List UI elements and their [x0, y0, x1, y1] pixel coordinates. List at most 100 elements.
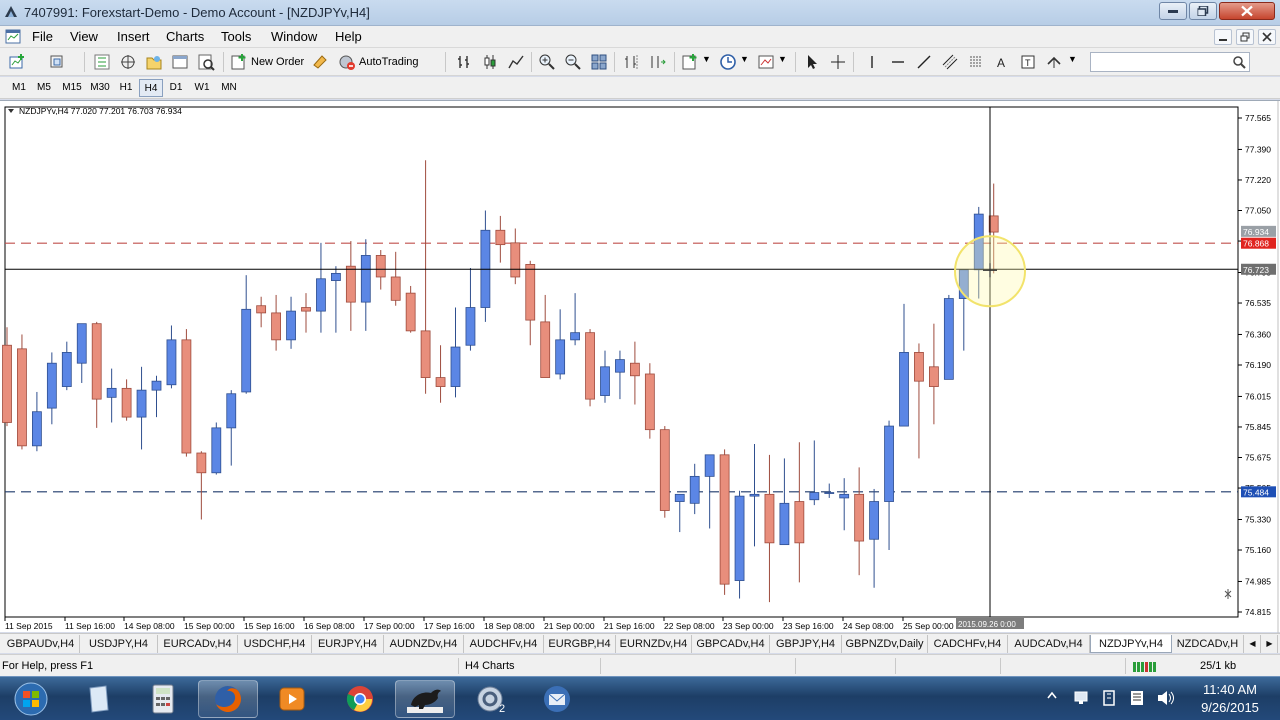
chart-tab[interactable]: USDJPY,H4 — [80, 635, 158, 653]
strategy-tester-icon[interactable] — [197, 53, 215, 71]
timeframe-h4[interactable]: H4 — [139, 79, 163, 97]
periods-clock-icon[interactable] — [719, 53, 737, 71]
chart-tab[interactable]: GBPNZDv,Daily — [842, 635, 928, 653]
fibonacci-icon[interactable] — [967, 53, 985, 71]
timeframe-w1[interactable]: W1 — [189, 79, 215, 97]
minimize-button[interactable] — [1159, 2, 1187, 20]
chart-tab[interactable]: EURCADv,H4 — [158, 635, 238, 653]
chart-tab[interactable]: GBPJPY,H4 — [770, 635, 842, 653]
taskbar-thunderbird[interactable] — [527, 680, 587, 718]
menu-help[interactable]: Help — [335, 29, 362, 44]
menu-view[interactable]: View — [70, 29, 98, 44]
connection-status-icon[interactable] — [1133, 660, 1157, 672]
chart-tab[interactable]: EURGBP,H4 — [544, 635, 616, 653]
chart-tab[interactable]: AUDCHFv,H4 — [464, 635, 544, 653]
new-order-icon[interactable] — [230, 53, 248, 71]
terminal-icon[interactable] — [171, 53, 189, 71]
arrows-dropdown-arrow[interactable]: ▼ — [1068, 54, 1077, 64]
text-label-icon[interactable]: T — [1019, 53, 1037, 71]
menu-charts[interactable]: Charts — [166, 29, 204, 44]
metatrader-app-icon[interactable] — [4, 5, 18, 19]
line-chart-icon[interactable] — [507, 53, 525, 71]
timeframe-m5[interactable]: M5 — [31, 79, 57, 97]
chart-tab[interactable]: AUDNZDv,H4 — [384, 635, 464, 653]
system-clock[interactable]: 11:40 AM 9/26/2015 — [1190, 681, 1270, 717]
tab-scroll-left-button[interactable]: ◀ — [1245, 635, 1261, 653]
action-center-icon[interactable] — [1100, 689, 1118, 707]
taskbar-notepad[interactable] — [68, 680, 128, 718]
timeframe-m1[interactable]: M1 — [8, 79, 30, 97]
price-chart[interactable]: NZDJPYv,H4 77.020 77.201 76.703 76.934 77… — [0, 101, 1280, 633]
timeframe-mn[interactable]: MN — [216, 79, 242, 97]
indicators-dropdown-arrow[interactable]: ▼ — [702, 54, 711, 64]
taskbar-calculator[interactable] — [133, 680, 193, 718]
chart-tab[interactable]: GBPCADv,H4 — [692, 635, 770, 653]
chart-tab[interactable]: EURJPY,H4 — [312, 635, 384, 653]
chart-tab[interactable]: EURNZDv,H4 — [616, 635, 692, 653]
navigator-icon[interactable] — [145, 53, 163, 71]
taskbar-chrome[interactable] — [330, 680, 390, 718]
arrows-icon[interactable] — [1045, 53, 1063, 71]
chart-tab[interactable]: NZDCADv,H — [1172, 635, 1244, 653]
new-chart-icon[interactable] — [8, 53, 26, 71]
horizontal-line-icon[interactable] — [889, 53, 907, 71]
autoscroll-icon[interactable] — [648, 53, 666, 71]
chart-tab[interactable]: CADCHFv,H4 — [928, 635, 1008, 653]
templates-icon[interactable] — [757, 53, 775, 71]
chart-tab[interactable]: USDCHF,H4 — [238, 635, 312, 653]
chart-tab[interactable]: NZDJPYv,H4 — [1090, 635, 1172, 653]
chart-tab[interactable]: AUDCADv,H4 — [1008, 635, 1090, 653]
mdi-minimize-button[interactable] — [1214, 29, 1232, 45]
close-button[interactable] — [1219, 2, 1275, 20]
periods-dropdown-arrow[interactable]: ▼ — [740, 54, 749, 64]
cursor-icon[interactable] — [803, 53, 821, 71]
taskbar-skype[interactable]: 2 — [462, 680, 522, 718]
data-window-icon[interactable] — [119, 53, 137, 71]
trendline-icon[interactable] — [915, 53, 933, 71]
chart-window[interactable]: NZDJPYv,H4 77.020 77.201 76.703 76.934 77… — [0, 100, 1280, 633]
indicators-icon[interactable] — [681, 53, 699, 71]
timeframe-d1[interactable]: D1 — [164, 79, 188, 97]
taskbar-firefox[interactable] — [198, 680, 258, 718]
show-hidden-icons-icon[interactable] — [1046, 689, 1058, 701]
tile-windows-icon[interactable] — [590, 53, 608, 71]
menu-file[interactable]: File — [32, 29, 53, 44]
menu-window[interactable]: Window — [271, 29, 317, 44]
equidistant-channel-icon[interactable] — [941, 53, 959, 71]
network-icon[interactable] — [1073, 689, 1093, 707]
menu-tools[interactable]: Tools — [221, 29, 251, 44]
chart-shift-icon[interactable] — [622, 53, 640, 71]
restore-button[interactable] — [1189, 2, 1217, 20]
market-watch-icon[interactable] — [93, 53, 111, 71]
menu-insert[interactable]: Insert — [117, 29, 150, 44]
search-icon[interactable] — [1232, 55, 1246, 69]
system-tray-app-icon[interactable] — [1128, 689, 1146, 707]
search-input[interactable] — [1090, 52, 1250, 72]
templates-dropdown-arrow[interactable]: ▼ — [778, 54, 787, 64]
mdi-close-button[interactable] — [1258, 29, 1276, 45]
mdi-restore-button[interactable] — [1236, 29, 1254, 45]
zoom-in-icon[interactable] — [538, 53, 556, 71]
crosshair-icon[interactable] — [829, 53, 847, 71]
chart-tab[interactable]: GBPAUDv,H4 — [2, 635, 80, 653]
autotrading-button[interactable]: AutoTrading — [359, 56, 419, 68]
new-order-button[interactable]: New Order — [251, 56, 304, 68]
volume-icon[interactable] — [1156, 689, 1176, 707]
timeframe-h1[interactable]: H1 — [114, 79, 138, 97]
bullish-candle — [555, 339, 566, 375]
candlestick-icon[interactable] — [481, 53, 499, 71]
text-tool-icon[interactable]: A — [993, 53, 1011, 71]
vertical-line-icon[interactable] — [863, 53, 881, 71]
start-button[interactable] — [2, 680, 60, 718]
autotrading-icon[interactable] — [338, 53, 356, 71]
timeframe-m30[interactable]: M30 — [87, 79, 113, 97]
tab-scroll-right-button[interactable]: ▶ — [1262, 635, 1278, 653]
profiles-icon[interactable] — [48, 53, 66, 71]
bar-chart-icon[interactable] — [455, 53, 473, 71]
taskbar-metatrader[interactable] — [395, 680, 455, 718]
metaeditor-icon[interactable] — [311, 53, 329, 71]
zoom-out-icon[interactable] — [564, 53, 582, 71]
timeframe-m15[interactable]: M15 — [58, 79, 86, 97]
chart-window-icon[interactable] — [5, 29, 23, 45]
taskbar-media-player[interactable] — [262, 680, 322, 718]
